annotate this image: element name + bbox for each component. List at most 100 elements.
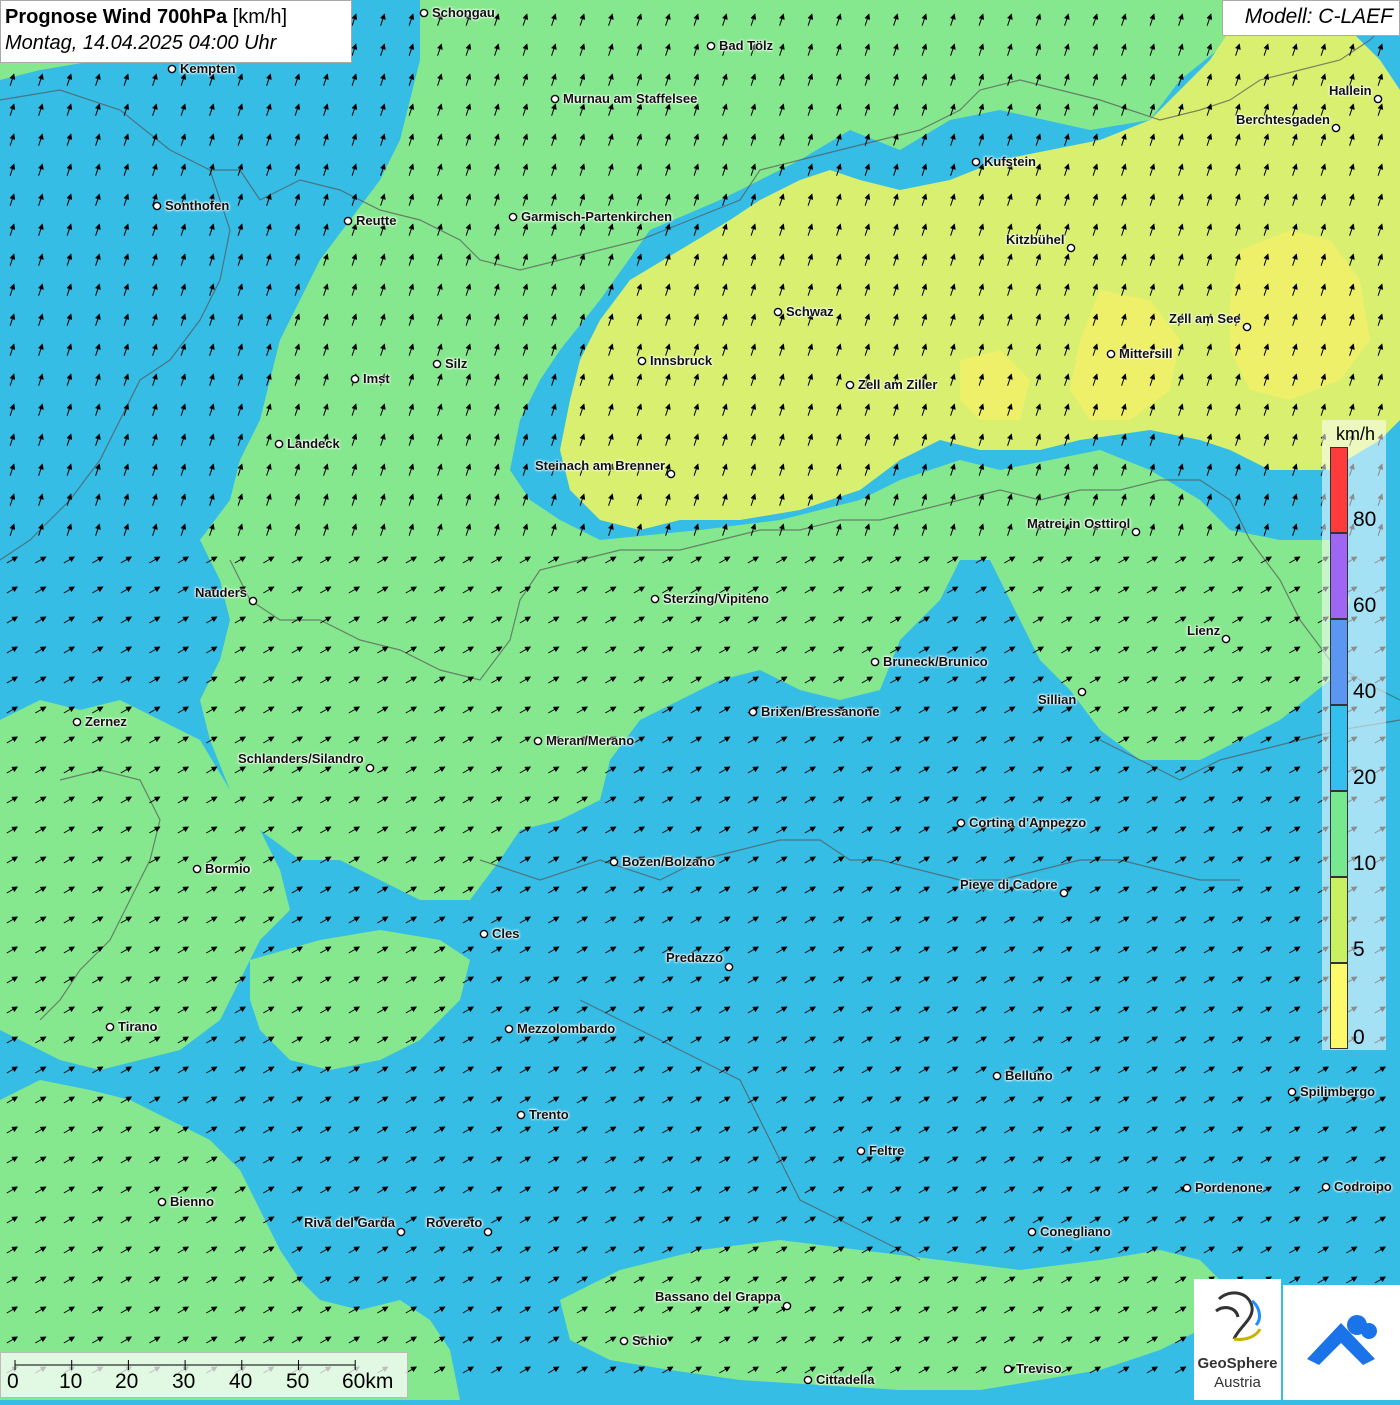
- city-label: Lienz: [1187, 623, 1221, 638]
- city-marker: [167, 64, 177, 74]
- legend-unit: km/h: [1336, 424, 1376, 444]
- city-marker: [773, 307, 783, 317]
- city-label: Codroipo: [1334, 1179, 1392, 1194]
- city-marker: [1182, 1183, 1192, 1193]
- city-label: Sonthofen: [165, 198, 230, 213]
- city-label: Schwaz: [786, 304, 834, 319]
- city-marker: [971, 157, 981, 167]
- city-label: Zell am Ziller: [858, 377, 938, 392]
- scale-label: 10: [59, 1370, 83, 1393]
- legend-label: 60: [1353, 594, 1377, 617]
- city-label: Imst: [363, 371, 390, 386]
- city-label: Bormio: [205, 861, 251, 876]
- city-label: Cittadella: [816, 1372, 875, 1387]
- city-marker: [637, 356, 647, 366]
- city-marker: [479, 929, 489, 939]
- city-label: Cles: [492, 926, 520, 941]
- city-marker: [1242, 322, 1252, 332]
- city-label: Innsbruck: [650, 353, 713, 368]
- city-marker: [706, 41, 716, 51]
- city-marker: [748, 707, 758, 717]
- city-marker: [609, 857, 619, 867]
- legend-color-step: [1330, 447, 1348, 533]
- city-label: Matrei in Osttirol: [1027, 516, 1131, 531]
- city-label: Meran/Merano: [546, 733, 635, 748]
- city-label: Kempten: [180, 61, 236, 76]
- legend-label: 10: [1353, 852, 1377, 875]
- city-marker: [803, 1375, 813, 1385]
- city-label: Spilimbergo: [1300, 1084, 1376, 1099]
- city-marker: [1106, 349, 1116, 359]
- city-marker: [666, 469, 676, 479]
- city-marker: [72, 717, 82, 727]
- city-marker: [550, 94, 560, 104]
- city-marker: [152, 201, 162, 211]
- city-label: Reutte: [356, 213, 397, 228]
- weather-app-logo: [1283, 1285, 1400, 1400]
- city-label: Mezzolombardo: [517, 1021, 616, 1036]
- city-label: Bruneck/Brunico: [883, 654, 988, 669]
- city-marker: [157, 1197, 167, 1207]
- city-marker: [343, 216, 353, 226]
- city-marker: [105, 1022, 115, 1032]
- model-label: Modell: C-LAEF: [1222, 0, 1400, 36]
- city-marker: [1373, 94, 1383, 104]
- city-marker: [845, 380, 855, 390]
- city-marker: [1077, 687, 1087, 697]
- city-label: Schongau: [432, 5, 495, 20]
- city-marker: [504, 1024, 514, 1034]
- legend-label: 5: [1353, 938, 1365, 961]
- city-label: Belluno: [1005, 1068, 1053, 1083]
- city-label: Zell am See: [1169, 311, 1241, 326]
- map-title: Prognose Wind 700hPa [km/h]: [5, 6, 288, 28]
- city-label: Landeck: [287, 436, 340, 451]
- logo-country: Austria: [1214, 1374, 1261, 1391]
- scale-label: 20: [115, 1370, 139, 1393]
- city-label: Zernez: [85, 714, 127, 729]
- city-marker: [870, 657, 880, 667]
- title-panel: Prognose Wind 700hPa [km/h] Montag, 14.0…: [0, 0, 352, 63]
- city-marker: [1287, 1087, 1297, 1097]
- city-marker: [619, 1336, 629, 1346]
- weather-app-icon: [1307, 1315, 1377, 1365]
- city-marker: [192, 864, 202, 874]
- city-label: Sterzing/Vipiteno: [663, 591, 769, 606]
- city-label: Schio: [632, 1333, 668, 1348]
- city-marker: [508, 212, 518, 222]
- legend-color-step: [1330, 791, 1348, 877]
- city-label: Pordenone: [1195, 1180, 1263, 1195]
- city-label: Tirano: [118, 1019, 158, 1034]
- city-label: Nauders: [195, 585, 248, 600]
- logo-name: GeoSphere: [1197, 1355, 1278, 1372]
- city-marker: [1221, 634, 1231, 644]
- city-label: Treviso: [1016, 1361, 1062, 1376]
- city-label: Schlanders/Silandro: [238, 751, 364, 766]
- city-marker: [1003, 1364, 1013, 1374]
- city-label: Brixen/Bressanone: [761, 704, 880, 719]
- city-label: Silz: [445, 356, 468, 371]
- legend-label: 20: [1353, 766, 1377, 789]
- city-label: Trento: [529, 1107, 569, 1122]
- legend-label: 40: [1353, 680, 1377, 703]
- city-marker: [274, 439, 284, 449]
- forecast-datetime: Montag, 14.04.2025 04:00 Uhr: [5, 32, 277, 54]
- legend-color-step: [1330, 963, 1348, 1049]
- scale-label: 30: [172, 1370, 196, 1393]
- city-marker: [1059, 888, 1069, 898]
- scale-label: 50: [286, 1370, 310, 1393]
- city-marker: [1027, 1227, 1037, 1237]
- city-marker: [650, 594, 660, 604]
- city-label: Garmisch-Partenkirchen: [521, 209, 673, 224]
- legend-color-step: [1330, 877, 1348, 963]
- city-marker: [350, 374, 360, 384]
- city-label: Berchtesgaden: [1236, 112, 1330, 127]
- city-label: Riva del Garda: [304, 1215, 396, 1230]
- scale-label: 40: [229, 1370, 253, 1393]
- legend-color-step: [1330, 705, 1348, 791]
- city-label: Cortina d'Ampezzo: [969, 815, 1087, 830]
- city-marker: [956, 818, 966, 828]
- city-label: Conegliano: [1040, 1224, 1111, 1239]
- legend-label: 0: [1353, 1026, 1365, 1049]
- scale-bar: 0 10 20 30 40 50 60km: [0, 1352, 408, 1398]
- city-label: Mittersill: [1119, 346, 1173, 361]
